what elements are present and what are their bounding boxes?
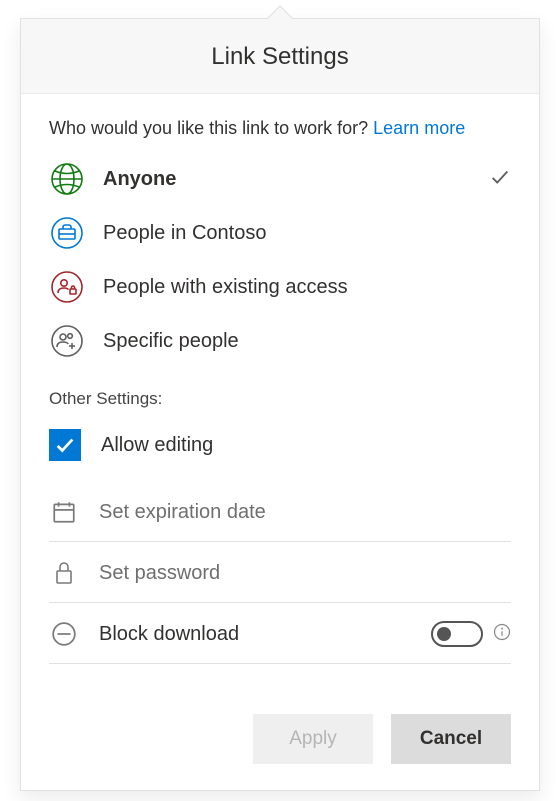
expiration-placeholder: Set expiration date — [99, 501, 266, 524]
learn-more-link[interactable]: Learn more — [373, 118, 465, 138]
scope-option-specific-people[interactable]: Specific people — [49, 321, 511, 361]
people-add-icon — [49, 323, 85, 359]
dialog-footer: Apply Cancel — [21, 684, 539, 790]
other-settings-heading: Other Settings: — [49, 389, 511, 409]
scope-label: People in Contoso — [103, 222, 266, 245]
scope-label: Specific people — [103, 330, 239, 353]
scope-list: Anyone People in Contoso — [49, 159, 511, 361]
block-icon — [49, 619, 79, 649]
scope-option-existing-access[interactable]: People with existing access — [49, 267, 511, 307]
info-icon[interactable] — [493, 623, 511, 646]
password-placeholder: Set password — [99, 562, 220, 585]
scope-label: People with existing access — [103, 276, 348, 299]
block-download-label: Block download — [99, 623, 239, 646]
allow-editing-row: Allow editing — [49, 425, 511, 481]
briefcase-icon — [49, 215, 85, 251]
apply-button[interactable]: Apply — [253, 714, 373, 764]
scope-option-anyone[interactable]: Anyone — [49, 159, 511, 199]
scope-prompt: Who would you like this link to work for… — [49, 118, 511, 139]
block-download-row: Block download — [49, 603, 511, 664]
block-download-toggle[interactable] — [431, 621, 483, 647]
dialog-content: Who would you like this link to work for… — [21, 94, 539, 684]
scope-prompt-text: Who would you like this link to work for… — [49, 118, 368, 138]
password-row[interactable]: Set password — [49, 542, 511, 603]
allow-editing-checkbox[interactable] — [49, 429, 81, 461]
scope-option-organization[interactable]: People in Contoso — [49, 213, 511, 253]
cancel-button[interactable]: Cancel — [391, 714, 511, 764]
people-lock-icon — [49, 269, 85, 305]
calendar-icon — [49, 497, 79, 527]
lock-icon — [49, 558, 79, 588]
scope-label: Anyone — [103, 168, 176, 191]
allow-editing-label: Allow editing — [101, 434, 213, 457]
link-settings-callout: Link Settings Who would you like this li… — [20, 18, 540, 791]
globe-icon — [49, 161, 85, 197]
expiration-row[interactable]: Set expiration date — [49, 481, 511, 542]
checkmark-icon — [489, 166, 511, 193]
